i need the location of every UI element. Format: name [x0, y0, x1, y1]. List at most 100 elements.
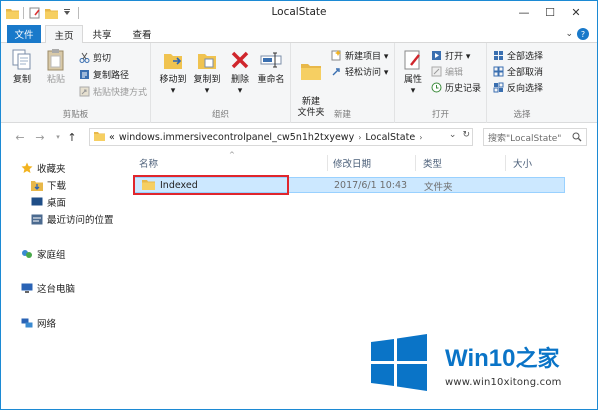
select-group-label: 选择 [513, 110, 531, 120]
nav-item-homegroup[interactable]: 家庭组 [21, 247, 66, 261]
open-group: 属性 ▾ 打开 ▾ 编辑 历史记录 打开 [395, 43, 487, 123]
nav-item-label: 最近访问的位置 [47, 215, 114, 226]
close-button[interactable]: ✕ [563, 3, 589, 21]
chevron-right-icon[interactable]: › [419, 133, 422, 142]
easy-access-button[interactable]: 轻松访问 ▾ [331, 65, 388, 78]
breadcrumb-segment[interactable]: windows.immersivecontrolpanel_cw5n1h2txy… [119, 132, 354, 143]
rename-icon [258, 47, 284, 73]
invert-selection-icon [493, 82, 504, 93]
watermark-brand-en: Win10 [445, 345, 516, 372]
recent-locations-chevron-icon[interactable]: ▾ [51, 130, 65, 144]
easy-access-icon [331, 66, 342, 77]
new-group-label: 新建 [333, 110, 351, 120]
edit-button[interactable]: 编辑 [431, 65, 463, 78]
delete-label: 删除 [230, 75, 249, 85]
invert-selection-button[interactable]: 反向选择 [493, 81, 543, 94]
tab-home[interactable]: 主页 [45, 25, 83, 44]
watermark-brand: Win10之家 [445, 341, 559, 373]
delete-icon [227, 47, 253, 73]
history-button[interactable]: 历史记录 [431, 81, 481, 94]
file-date: 2017/6/1 10:43 [334, 180, 408, 191]
chevron-down-icon[interactable]: ⌄ [565, 29, 573, 39]
tab-share[interactable]: 共享 [85, 25, 119, 43]
forward-button[interactable]: → [33, 130, 47, 144]
select-none-button[interactable]: 全部取消 [493, 65, 543, 78]
select-group: 全部选择 全部取消 反向选择 选择 [487, 43, 557, 123]
cut-button[interactable]: 剪切 [79, 51, 111, 64]
column-divider[interactable] [505, 155, 506, 171]
address-bar: ← → ▾ ↑ « windows.immersivecontrolpanel_… [1, 123, 597, 151]
nav-item-favorites[interactable]: 收藏夹 [21, 161, 66, 175]
select-all-icon [493, 50, 504, 61]
properties-icon [400, 47, 426, 73]
column-divider[interactable] [327, 155, 328, 171]
nav-item-this-pc[interactable]: 这台电脑 [21, 281, 75, 295]
history-label: 历史记录 [445, 84, 482, 94]
organize-group-label: 组织 [211, 110, 229, 120]
nav-item-label: 下载 [47, 181, 67, 192]
move-to-button[interactable]: 移动到 ▾ [157, 47, 189, 97]
network-icon [21, 317, 33, 329]
watermark-brand-zh: 之家 [515, 346, 560, 371]
edit-icon [431, 66, 442, 77]
chevron-right-icon[interactable]: › [358, 133, 361, 142]
tab-file[interactable]: 文件 [7, 25, 41, 43]
minimize-button[interactable]: — [511, 3, 537, 21]
edit-label: 编辑 [445, 68, 464, 78]
paste-label: 粘贴 [46, 75, 65, 85]
nav-item-label: 这台电脑 [37, 284, 76, 295]
select-all-label: 全部选择 [507, 52, 544, 62]
column-header-type[interactable]: 类型 [423, 155, 442, 171]
column-divider[interactable] [415, 155, 416, 171]
star-icon [21, 162, 33, 174]
copy-path-label: 复制路径 [93, 71, 130, 81]
back-button[interactable]: ← [13, 130, 27, 144]
nav-item-label: 桌面 [47, 198, 67, 209]
breadcrumb-overflow[interactable]: « [109, 132, 115, 143]
chevron-down-icon: ▾ [410, 86, 416, 96]
maximize-button[interactable]: ☐ [537, 3, 563, 21]
copy-path-button[interactable]: 复制路径 [79, 68, 129, 81]
new-item-icon [331, 50, 342, 61]
folder-icon [94, 131, 105, 144]
nav-item-downloads[interactable]: 下载 [31, 178, 66, 192]
new-group: 新建 文件夹 新建项目 ▾ 轻松访问 ▾ 新建 [291, 43, 395, 123]
copy-to-icon [194, 47, 220, 73]
properties-button[interactable]: 属性 ▾ [399, 47, 427, 97]
up-button[interactable]: ↑ [65, 130, 79, 144]
copy-to-button[interactable]: 复制到 ▾ [191, 47, 223, 97]
navigation-pane: 收藏夹 下载 桌面 最近访问的位置 家庭组 这台电脑 网络 [1, 151, 131, 409]
desktop-icon [31, 196, 43, 208]
copy-path-icon [79, 69, 90, 80]
breadcrumb[interactable]: « windows.immersivecontrolpanel_cw5n1h2t… [89, 128, 473, 146]
help-icon[interactable]: ? [577, 28, 589, 40]
breadcrumb-segment[interactable]: LocalState [365, 132, 415, 143]
explorer-window: LocalState — ☐ ✕ 文件 主页 共享 查看 ⌄ ? 复制 粘贴 剪… [0, 0, 598, 410]
paste-button[interactable]: 粘贴 [41, 47, 71, 86]
chevron-down-icon[interactable]: ⌄ [449, 130, 457, 140]
search-input[interactable]: 搜索"LocalState" [483, 128, 587, 146]
copy-to-label: 复制到 [193, 75, 221, 85]
new-item-button[interactable]: 新建项目 ▾ [331, 49, 388, 62]
nav-item-recent[interactable]: 最近访问的位置 [31, 212, 114, 226]
open-group-label: 打开 [431, 110, 449, 120]
copy-label: 复制 [12, 75, 31, 85]
open-button[interactable]: 打开 ▾ [431, 49, 470, 62]
open-label: 打开 ▾ [445, 52, 471, 62]
paste-shortcut-button[interactable]: 粘贴快捷方式 [79, 85, 147, 98]
clipboard-group: 复制 粘贴 剪切 复制路径 粘贴快捷方式 剪贴板 [1, 43, 151, 123]
rename-button[interactable]: 重命名 [255, 47, 287, 86]
downloads-folder-icon [31, 179, 43, 191]
copy-button[interactable]: 复制 [7, 47, 37, 86]
delete-button[interactable]: 删除 ▾ [227, 47, 253, 97]
column-header-size[interactable]: 大小 [513, 155, 532, 171]
select-none-label: 全部取消 [507, 68, 544, 78]
refresh-icon[interactable]: ↻ [462, 130, 470, 140]
paste-shortcut-icon [79, 86, 90, 97]
nav-item-desktop[interactable]: 桌面 [31, 195, 66, 209]
tab-view[interactable]: 查看 [125, 25, 159, 43]
column-header-name[interactable]: 名称 [139, 155, 158, 171]
nav-item-network[interactable]: 网络 [21, 316, 56, 330]
column-header-date[interactable]: 修改日期 [333, 155, 371, 171]
select-all-button[interactable]: 全部选择 [493, 49, 543, 62]
